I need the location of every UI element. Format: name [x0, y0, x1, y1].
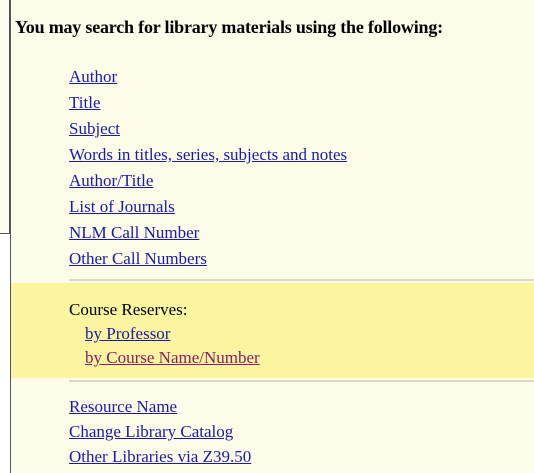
- link-by-course-name-number[interactable]: by Course Name/Number: [85, 348, 260, 368]
- search-options-panel: You may search for library materials usi…: [10, 0, 534, 473]
- link-resource-name[interactable]: Resource Name: [69, 397, 177, 417]
- link-nlm-call-number[interactable]: NLM Call Number: [69, 223, 199, 243]
- link-change-library-catalog[interactable]: Change Library Catalog: [69, 422, 233, 442]
- link-title[interactable]: Title: [69, 93, 101, 113]
- divider-bottom: [69, 380, 534, 382]
- left-frame-edge: [0, 0, 10, 234]
- page-heading: You may search for library materials usi…: [15, 17, 443, 37]
- link-by-professor[interactable]: by Professor: [85, 324, 170, 344]
- link-other-libraries-z3950[interactable]: Other Libraries via Z39.50: [69, 447, 251, 467]
- link-author-title[interactable]: Author/Title: [69, 171, 153, 191]
- link-words[interactable]: Words in titles, series, subjects and no…: [69, 145, 347, 165]
- course-reserves-label: Course Reserves:: [69, 300, 188, 319]
- link-list-of-journals[interactable]: List of Journals: [69, 197, 175, 217]
- link-other-call-numbers[interactable]: Other Call Numbers: [69, 249, 207, 269]
- divider-top: [69, 279, 534, 281]
- link-author[interactable]: Author: [69, 67, 117, 87]
- link-subject[interactable]: Subject: [69, 119, 120, 139]
